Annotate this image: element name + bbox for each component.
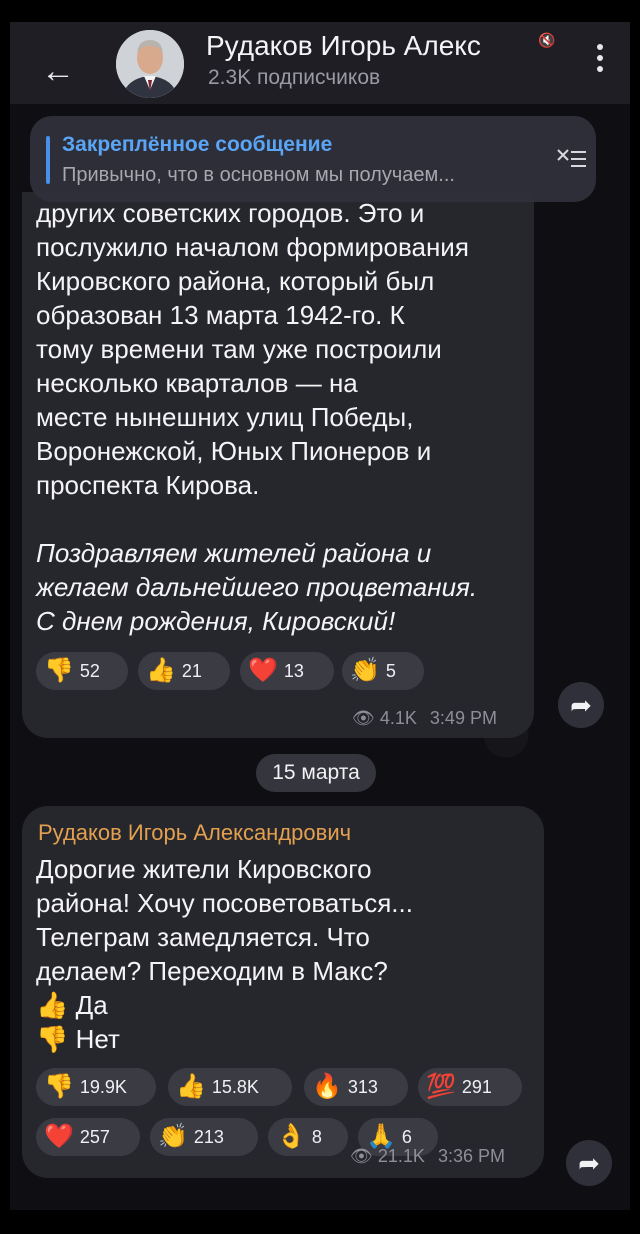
- reaction-count: 8: [311, 1126, 322, 1147]
- option-label: Нет: [75, 1024, 120, 1054]
- ok-hand-icon: 👌: [276, 1123, 306, 1150]
- view-count: 21.1K: [377, 1146, 425, 1166]
- reaction-count: 21: [181, 660, 202, 681]
- thumbs-up-icon: 👍: [36, 990, 69, 1020]
- message-time: 3:49 PM: [429, 708, 497, 728]
- pinned-message-banner[interactable]: Закреплённое сообщение Привычно, что в о…: [30, 116, 596, 202]
- text-line: тому времени там уже построили: [36, 334, 442, 364]
- reaction-thumbs-down[interactable]: 👎 52: [36, 652, 128, 690]
- pinned-preview: Привычно, что в основном мы получаем...: [62, 164, 455, 186]
- author-name[interactable]: Рудаков Игорь Александрович: [38, 818, 351, 848]
- more-vertical-icon: [594, 44, 606, 72]
- reaction-thumbs-up[interactable]: 👍 21: [138, 652, 230, 690]
- reaction-clap[interactable]: 👏 213: [150, 1118, 258, 1156]
- message-time: 3:36 PM: [437, 1146, 505, 1166]
- thumbs-down-icon: 👎: [44, 657, 74, 684]
- reaction-count: 13: [283, 660, 304, 681]
- arrow-left-icon: ←: [41, 52, 75, 90]
- reaction-count: 257: [79, 1126, 110, 1147]
- muted-icon: 🔇: [538, 32, 556, 48]
- vote-option-yes: 👍 Да: [36, 988, 108, 1022]
- heart-icon: ❤️: [248, 657, 278, 684]
- fire-icon: 🔥: [312, 1073, 342, 1100]
- text-line: Дорогие жители Кировского: [36, 854, 372, 884]
- share-button[interactable]: ➦: [566, 1140, 612, 1186]
- reaction-heart[interactable]: ❤️ 13: [240, 652, 334, 690]
- text-line: С днем рождения, Кировский!: [36, 606, 396, 636]
- share-arrow-icon: ➦: [570, 690, 592, 720]
- message-text: других советских городов. Это и послужил…: [36, 196, 469, 502]
- reaction-clap[interactable]: 👏 5: [342, 652, 424, 690]
- message-meta: 👁 21.1K 3:36 PM: [350, 1146, 505, 1167]
- text-line: несколько кварталов — на: [36, 368, 358, 398]
- text-line: Воронежской, Юных Пионеров и: [36, 436, 432, 466]
- reaction-count: 6: [401, 1126, 412, 1147]
- hundred-points-icon: 💯: [426, 1073, 456, 1100]
- reaction-count: 52: [79, 660, 100, 681]
- reaction-count: 213: [193, 1126, 224, 1147]
- text-line: проспекта Кирова.: [36, 470, 260, 500]
- reaction-count: 291: [461, 1076, 492, 1097]
- thumbs-up-icon: 👍: [146, 657, 176, 684]
- text-line: Кировского района, который был: [36, 266, 435, 296]
- avatar-portrait-icon: [116, 30, 184, 98]
- thumbs-down-icon: 👎: [44, 1073, 74, 1100]
- thumbs-up-icon: 👍: [176, 1073, 206, 1100]
- share-button[interactable]: ➦: [558, 682, 604, 728]
- message-bubble[interactable]: Рудаков Игорь Александрович Дорогие жите…: [22, 806, 544, 1178]
- clapping-hands-icon: 👏: [350, 657, 380, 684]
- reaction-fire[interactable]: 🔥 313: [304, 1068, 408, 1106]
- message-text: Дорогие жители Кировского района! Хочу п…: [36, 852, 413, 988]
- reaction-thumbs-up[interactable]: 👍 15.8K: [168, 1068, 292, 1106]
- back-button[interactable]: ←: [38, 52, 78, 92]
- option-label: Да: [75, 990, 108, 1020]
- eye-icon: 👁: [352, 708, 375, 728]
- pin-list-icon: [557, 149, 586, 167]
- right-frame: [630, 0, 640, 1234]
- left-frame: [0, 0, 10, 1234]
- view-count: 4.1K: [379, 708, 417, 728]
- thumbs-down-icon: 👎: [36, 1024, 69, 1054]
- date-separator: 15 марта: [256, 754, 376, 792]
- reaction-ok-hand[interactable]: 👌 8: [268, 1118, 348, 1156]
- message-meta: 👁 4.1K 3:49 PM: [352, 708, 497, 729]
- vote-option-no: 👎 Нет: [36, 1022, 120, 1056]
- reaction-count: 5: [385, 660, 396, 681]
- text-line: Поздравляем жителей района и: [36, 538, 432, 568]
- reaction-thumbs-down[interactable]: 👎 19.9K: [36, 1068, 156, 1106]
- pinned-title: Закреплённое сообщение: [62, 133, 333, 156]
- subscriber-count: 2.3K подписчиков: [208, 66, 381, 89]
- text-line: делаем? Переходим в Макс?: [36, 956, 388, 986]
- text-line: района! Хочу посоветоваться...: [36, 888, 413, 918]
- bottom-frame: [0, 1210, 640, 1234]
- heart-icon: ❤️: [44, 1123, 74, 1150]
- reaction-heart[interactable]: ❤️ 257: [36, 1118, 140, 1156]
- channel-title[interactable]: Рудаков Игорь Алекс: [206, 28, 566, 64]
- pinned-indicator: [46, 136, 50, 184]
- unpin-list-icon[interactable]: [556, 146, 588, 179]
- status-bar-frame: [0, 0, 640, 22]
- reaction-count: 19.9K: [79, 1076, 127, 1097]
- reaction-count: 313: [347, 1076, 378, 1097]
- reaction-count: 15.8K: [211, 1076, 259, 1097]
- avatar[interactable]: [116, 30, 184, 98]
- more-menu-button[interactable]: [594, 44, 606, 84]
- text-line: послужило началом формирования: [36, 232, 469, 262]
- clapping-hands-icon: 👏: [158, 1123, 188, 1150]
- reaction-hundred[interactable]: 💯 291: [418, 1068, 522, 1106]
- text-line: образован 13 марта 1942-го. К: [36, 300, 405, 330]
- message-bubble[interactable]: других советских городов. Это и послужил…: [22, 192, 534, 738]
- eye-icon: 👁: [350, 1146, 373, 1166]
- text-line: Телеграм замедляется. Что: [36, 922, 370, 952]
- text-line: желаем дальнейшего процветания.: [36, 572, 478, 602]
- share-arrow-icon: ➦: [578, 1148, 600, 1178]
- text-line: месте нынешних улиц Победы,: [36, 402, 414, 432]
- chat-header: ← Рудаков Игорь Алекс 🔇 2.3K подписчиков: [10, 22, 630, 104]
- message-italic-text: Поздравляем жителей района и желаем даль…: [36, 536, 477, 638]
